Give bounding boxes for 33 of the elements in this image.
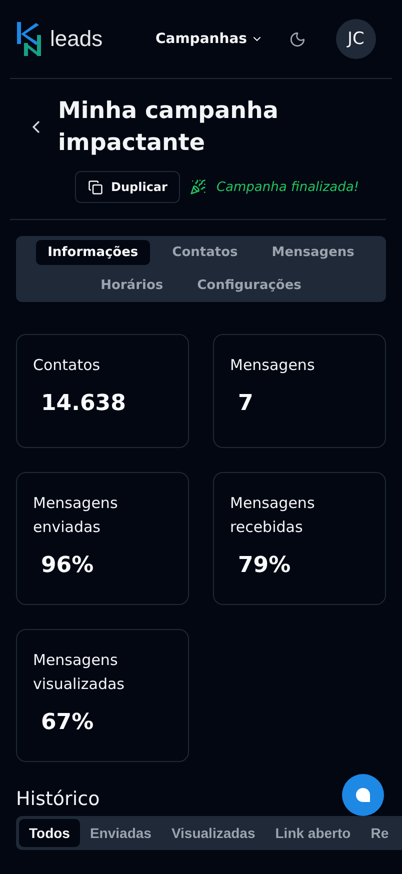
nav-menu[interactable]: Campanhas [156,31,263,47]
filter-tab[interactable]: Link aberto [265,819,361,847]
brand-name: leads [50,26,103,52]
stat-label: Mensagens [230,355,316,376]
stat-label: Contatos [33,355,102,376]
section-title: Histórico [16,788,100,810]
copy-icon [88,180,103,194]
filter-tab[interactable]: Todos [19,819,80,847]
tab[interactable]: Mensagens [260,240,366,265]
logo-icon [16,21,42,57]
stat-value: 7 [238,391,254,416]
stat-value: 67% [41,710,95,735]
filter-tab[interactable]: Re [360,819,389,847]
stat-label: Mensagens enviadas [33,493,119,538]
filter-tab[interactable]: Enviadas [80,819,162,847]
user-avatar[interactable]: JC [336,19,376,59]
stat-label: Mensagens recebidas [230,493,316,538]
tab[interactable]: Configurações [185,273,314,298]
stat-value: 96% [41,553,95,578]
tab[interactable]: Contatos [160,240,250,265]
duplicate-button[interactable]: Duplicar [75,171,180,203]
stat-value: 14.638 [41,391,127,416]
party-popper-icon [190,179,206,195]
campaign-title: Minha campanha impactante [58,97,280,158]
campaign-status: Campanha finalizada! [216,180,360,194]
chat-bubble-icon [355,787,371,803]
chat-button[interactable] [342,774,384,816]
filter-tab[interactable]: Visualizadas [161,819,266,847]
stat-value: 79% [238,553,292,578]
tab[interactable]: Informações [36,240,150,265]
theme-toggle-moon-icon[interactable] [289,30,306,48]
stat-label: Mensagens visualizadas [33,650,126,695]
tab[interactable]: Horários [88,273,176,298]
